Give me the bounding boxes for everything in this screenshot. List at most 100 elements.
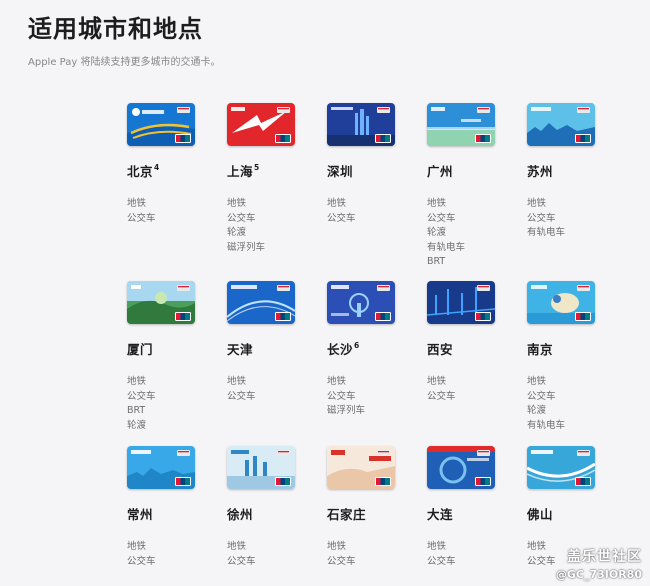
transport-mode: 磁浮列车: [227, 241, 266, 253]
transport-mode: 有轨电车: [527, 227, 566, 238]
transport-mode: 地铁: [127, 198, 147, 209]
transport-mode: 公交车: [427, 390, 456, 402]
transport-mode: 公交车: [527, 390, 556, 402]
transport-mode: 地铁: [127, 376, 147, 387]
transport-mode: 公交车: [227, 390, 256, 402]
transport-mode: 地铁: [227, 198, 247, 209]
city-name-text: 苏州: [527, 164, 554, 179]
footnote-marker[interactable]: 4: [154, 163, 160, 172]
transport-mode-list: 地铁公交车轮渡磁浮列车: [227, 197, 317, 255]
transport-mode: 轮渡: [427, 227, 447, 238]
city-name: 深圳: [327, 161, 417, 180]
city-name-text: 石家庄: [327, 507, 367, 522]
transport-mode-list: 地铁 公交车: [427, 375, 517, 404]
transport-mode: 地铁: [227, 376, 247, 387]
transport-mode-list: 地铁公交车轮渡有轨电车: [527, 375, 617, 433]
transport-mode: 公交车: [427, 555, 456, 567]
transit-card-image: [127, 446, 195, 489]
city-name-text: 天津: [227, 342, 254, 357]
transport-mode: 公交车: [327, 212, 356, 224]
transport-mode: 公交车: [227, 212, 256, 224]
city-name: 常州: [127, 504, 217, 523]
city-item: 西安 地铁 公交车: [427, 281, 517, 404]
city-item: 北京4 地铁公交车: [127, 103, 217, 226]
watermark-site: 盖乐世社区: [567, 549, 642, 565]
transport-mode: 地铁: [327, 376, 347, 387]
transport-mode: 公交车: [127, 212, 156, 224]
transit-card-image: [527, 446, 595, 489]
transport-mode: 地铁: [327, 198, 347, 209]
footnote-marker[interactable]: 6: [354, 341, 360, 350]
transit-card-image: [427, 103, 495, 146]
city-name-text: 北京: [127, 164, 154, 179]
city-item: 深圳 地铁 公交车: [327, 103, 417, 226]
transport-mode-list: 地铁 公交车: [327, 540, 417, 569]
transport-mode: 磁浮列车: [327, 405, 366, 416]
transit-card-image: [227, 446, 295, 489]
transport-mode: 地铁: [527, 198, 547, 209]
transport-mode-list: 地铁 公交车 磁浮列车: [327, 375, 417, 419]
transport-mode: 有轨电车: [427, 241, 466, 253]
transport-mode-list: 地铁 公交车: [227, 375, 317, 404]
transport-mode: 公交车: [427, 212, 456, 224]
city-item: 上海5 地铁公交车轮渡磁浮列车: [227, 103, 317, 255]
transit-card-image: [327, 446, 395, 489]
transport-mode: 地铁: [127, 541, 147, 552]
transport-mode: 有轨电车: [527, 419, 566, 431]
transport-mode: 轮渡: [527, 405, 547, 416]
transport-mode: 公交车: [227, 555, 256, 567]
transport-mode-list: 地铁公交车轮渡有轨电车 BRT: [427, 197, 517, 270]
transport-mode: 公交车: [127, 390, 156, 402]
transport-mode-list: 地铁 公交车 BRT 轮渡: [127, 375, 217, 433]
city-name-text: 徐州: [227, 507, 254, 522]
transport-mode: 轮渡: [227, 227, 247, 238]
transport-mode: 公交车: [527, 212, 556, 224]
transport-mode-list: 地铁 公交车: [227, 540, 317, 569]
transport-mode-list: 地铁 公交车: [427, 540, 517, 569]
city-name-text: 常州: [127, 507, 154, 522]
city-name: 苏州: [527, 161, 617, 180]
city-name: 北京4: [127, 161, 217, 180]
transport-mode: 地铁: [227, 541, 247, 552]
page-subtitle: Apple Pay 将陆续支持更多城市的交通卡。: [28, 57, 221, 68]
transport-mode: 地铁: [427, 541, 447, 552]
watermark-user: @GC_73IOR80: [555, 568, 642, 581]
city-name: 大连: [427, 504, 517, 523]
transport-mode: 公交车: [127, 555, 156, 567]
transport-mode: 公交车: [327, 555, 356, 567]
transit-card-image: [427, 446, 495, 489]
transport-mode-list: 地铁 公交车: [127, 197, 217, 226]
transport-mode: 地铁: [527, 376, 547, 387]
transit-card-image: [227, 103, 295, 146]
transport-mode-list: 地铁 公交车: [127, 540, 217, 569]
city-name: 天津: [227, 339, 317, 358]
transit-card-image: [327, 281, 395, 324]
footnote-marker[interactable]: 5: [254, 163, 260, 172]
city-item: 厦门 地铁 公交车 BRT 轮渡: [127, 281, 217, 433]
city-name: 佛山: [527, 504, 617, 523]
transport-mode: 地铁: [427, 376, 447, 387]
transport-mode-list: 地铁 公交车: [327, 197, 417, 226]
city-item: 徐州 地铁 公交车: [227, 446, 317, 569]
page-title: 适用城市和地点: [28, 15, 203, 43]
transport-mode: BRT: [427, 256, 446, 267]
city-name-text: 上海: [227, 164, 254, 179]
city-name-text: 广州: [427, 164, 454, 179]
city-name-text: 长沙: [327, 342, 354, 357]
city-name: 厦门: [127, 339, 217, 358]
city-name-text: 大连: [427, 507, 454, 522]
city-item: 苏州地铁公交车有轨电车: [527, 103, 617, 241]
city-name: 长沙6: [327, 339, 417, 358]
watermark: 盖乐世社区 @GC_73IOR80: [556, 546, 642, 581]
city-item: 广州地铁公交车轮渡有轨电车 BRT: [427, 103, 517, 270]
city-item: 天津 地铁 公交车: [227, 281, 317, 404]
city-item: 南京 地铁 公交车 轮渡 有轨电车: [527, 281, 617, 433]
transit-card-image: [127, 103, 195, 146]
city-name: 西安: [427, 339, 517, 358]
city-name: 徐州: [227, 504, 317, 523]
transport-mode: 轮渡: [127, 419, 147, 431]
city-name: 石家庄: [327, 504, 417, 523]
transport-mode: 地铁: [427, 198, 447, 209]
transport-mode: 公交车: [327, 390, 356, 402]
transit-card-image: [227, 281, 295, 324]
